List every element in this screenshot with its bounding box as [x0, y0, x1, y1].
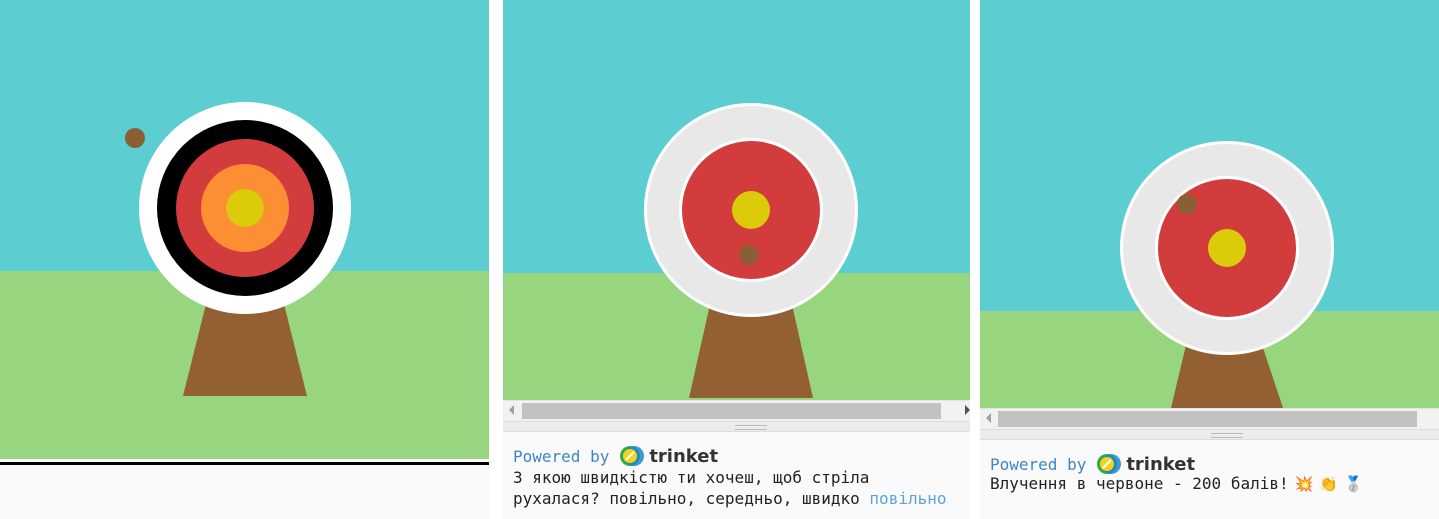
powered-by-label: Powered by — [990, 454, 1087, 474]
clapping-hands-icon: 👏 — [1319, 475, 1338, 493]
grip-icon — [1211, 433, 1243, 438]
console-output: Powered by trinket З якою швидкістю ти х… — [503, 432, 970, 519]
target-bullseye — [1208, 229, 1246, 267]
trinket-logo-icon — [620, 446, 645, 466]
panel-classic-target — [0, 0, 489, 519]
prompt-text-2: рухалася? повільно, середньо, швидко — [513, 489, 860, 508]
arrow-marker — [739, 245, 759, 265]
console-output: Powered by trinket Влучення в червоне - … — [980, 440, 1439, 519]
prompt-line-1: З якою швидкістю ти хочеш, щоб стріла — [513, 467, 869, 489]
trinket-logo-icon — [1097, 454, 1122, 474]
user-answer-input[interactable]: повільно — [869, 489, 946, 508]
scrollbar-thumb[interactable] — [998, 411, 1417, 427]
result-text: Влучення в червоне - 200 балів! — [990, 474, 1289, 493]
panel-gap-1 — [489, 0, 503, 519]
scroll-left-icon[interactable] — [509, 405, 514, 415]
game-canvas-1[interactable] — [0, 0, 489, 459]
target-bullseye — [226, 189, 264, 227]
pane-resize-handle[interactable] — [980, 429, 1439, 440]
silver-medal-icon: 🥈 — [1344, 475, 1363, 493]
arrow-marker — [1177, 194, 1197, 214]
prompt-text-1: З якою швидкістю ти хочеш, щоб стріла — [513, 468, 870, 487]
pane-resize-handle[interactable] — [503, 421, 970, 432]
powered-by-trinket[interactable]: Powered by trinket — [990, 453, 1195, 475]
trinket-brand: trinket — [1126, 453, 1196, 475]
powered-by-trinket[interactable]: Powered by trinket — [513, 445, 718, 467]
horizontal-scrollbar[interactable] — [980, 408, 1439, 429]
game-canvas-3[interactable] — [980, 0, 1439, 408]
collision-icon: 💥 — [1294, 475, 1314, 493]
grip-icon — [735, 425, 767, 430]
panel-hit-result: Powered by trinket Влучення в червоне - … — [980, 0, 1439, 519]
panel-speed-prompt: Powered by trinket З якою швидкістю ти х… — [503, 0, 970, 519]
scrollbar-thumb[interactable] — [522, 403, 941, 419]
console-area-1 — [0, 465, 489, 519]
scroll-left-icon[interactable] — [986, 413, 991, 423]
result-line: Влучення в червоне - 200 балів! 💥 👏 🥈 — [990, 473, 1363, 495]
prompt-line-2: рухалася? повільно, середньо, швидко пов… — [513, 488, 946, 510]
powered-by-label: Powered by — [513, 446, 610, 466]
arrow-marker — [125, 128, 145, 148]
game-canvas-2[interactable] — [503, 0, 970, 400]
target-bullseye — [732, 191, 770, 229]
panel-gap-2 — [970, 0, 980, 519]
horizontal-scrollbar[interactable] — [503, 400, 970, 421]
trinket-brand: trinket — [649, 445, 719, 467]
